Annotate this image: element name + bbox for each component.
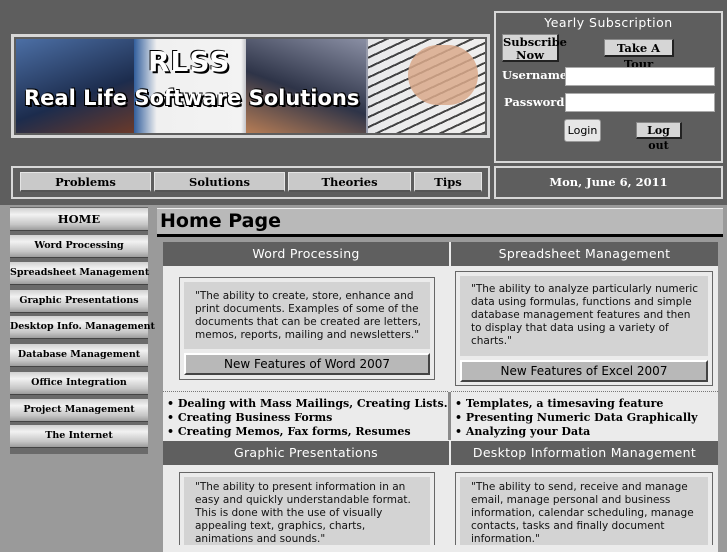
graphic-presentations-quote: "The ability to present information in a…: [195, 481, 411, 545]
title-rule: [157, 234, 723, 237]
logout-button[interactable]: Log out: [636, 122, 682, 152]
current-date: Mon, June 6, 2011: [494, 166, 723, 199]
banner-logo: RLSS: [148, 45, 231, 78]
banner-image: RLSS Real Life Software Solutions: [16, 39, 485, 133]
sidebar-item-office-integration[interactable]: Office Integration: [10, 372, 148, 395]
sidebar-item-home[interactable]: HOME: [10, 208, 148, 231]
desktop-info-quote: "The ability to send, receive and manage…: [471, 481, 694, 545]
list-item[interactable]: Creating Business Forms: [167, 411, 448, 425]
sidebar-item-spreadsheet-management[interactable]: Spreadsheet Management: [10, 262, 149, 285]
section-title-word-processing: Word Processing: [163, 242, 449, 266]
list-item[interactable]: Creating Memos, Fax forms, Resumes: [167, 425, 448, 439]
list-item[interactable]: Presenting Numeric Data Graphically: [455, 411, 698, 425]
list-item[interactable]: Analyzing your Data: [455, 425, 698, 439]
login-button[interactable]: Login: [564, 119, 601, 142]
section-title-graphic-presentations: Graphic Presentations: [163, 441, 449, 465]
password-label: Password: [504, 95, 565, 109]
sidebar-item-graphic-presentations[interactable]: Graphic Presentations: [10, 290, 148, 313]
excel-2007-features-button[interactable]: New Features of Excel 2007: [460, 360, 708, 382]
username-input[interactable]: [565, 67, 715, 86]
nav-problems[interactable]: Problems: [20, 172, 151, 192]
password-input[interactable]: [565, 93, 715, 112]
nav-theories[interactable]: Theories: [288, 172, 411, 192]
sidebar-item-desktop-info-management[interactable]: Desktop Info. Management: [10, 316, 155, 339]
word-processing-quote: "The ability to create, store, enhance a…: [195, 290, 421, 341]
spreadsheet-quote: "The ability to analyze particularly num…: [471, 283, 699, 347]
nav-solutions[interactable]: Solutions: [154, 172, 285, 192]
subscription-title: Yearly Subscription: [544, 15, 673, 30]
sidebar-item-word-processing[interactable]: Word Processing: [10, 235, 148, 258]
username-label: Username: [502, 68, 568, 82]
sidebar-item-the-internet[interactable]: The Internet: [10, 425, 148, 448]
page-title: Home Page: [160, 210, 281, 232]
list-item[interactable]: Dealing with Mass Mailings, Creating Lis…: [167, 397, 448, 411]
nav-tips[interactable]: Tips: [414, 172, 482, 192]
section-title-spreadsheet-management: Spreadsheet Management: [451, 242, 718, 266]
banner-photo-hands: [408, 45, 478, 105]
sidebar-item-database-management[interactable]: Database Management: [10, 344, 148, 367]
take-a-tour-button[interactable]: Take A Tour: [604, 39, 674, 71]
word-processing-topics: Dealing with Mass Mailings, Creating Lis…: [163, 391, 448, 441]
banner-tagline: Real Life Software Solutions: [24, 86, 360, 110]
sidebar-item-project-management[interactable]: Project Management: [10, 399, 148, 422]
subscribe-now-button[interactable]: Subscribe Now: [502, 34, 567, 62]
spreadsheet-topics: Templates, a timesaving feature Presenti…: [451, 391, 718, 441]
section-title-desktop-information-management: Desktop Information Management: [451, 441, 718, 465]
list-item[interactable]: Templates, a timesaving feature: [455, 397, 698, 411]
word-2007-features-button[interactable]: New Features of Word 2007: [184, 353, 430, 375]
